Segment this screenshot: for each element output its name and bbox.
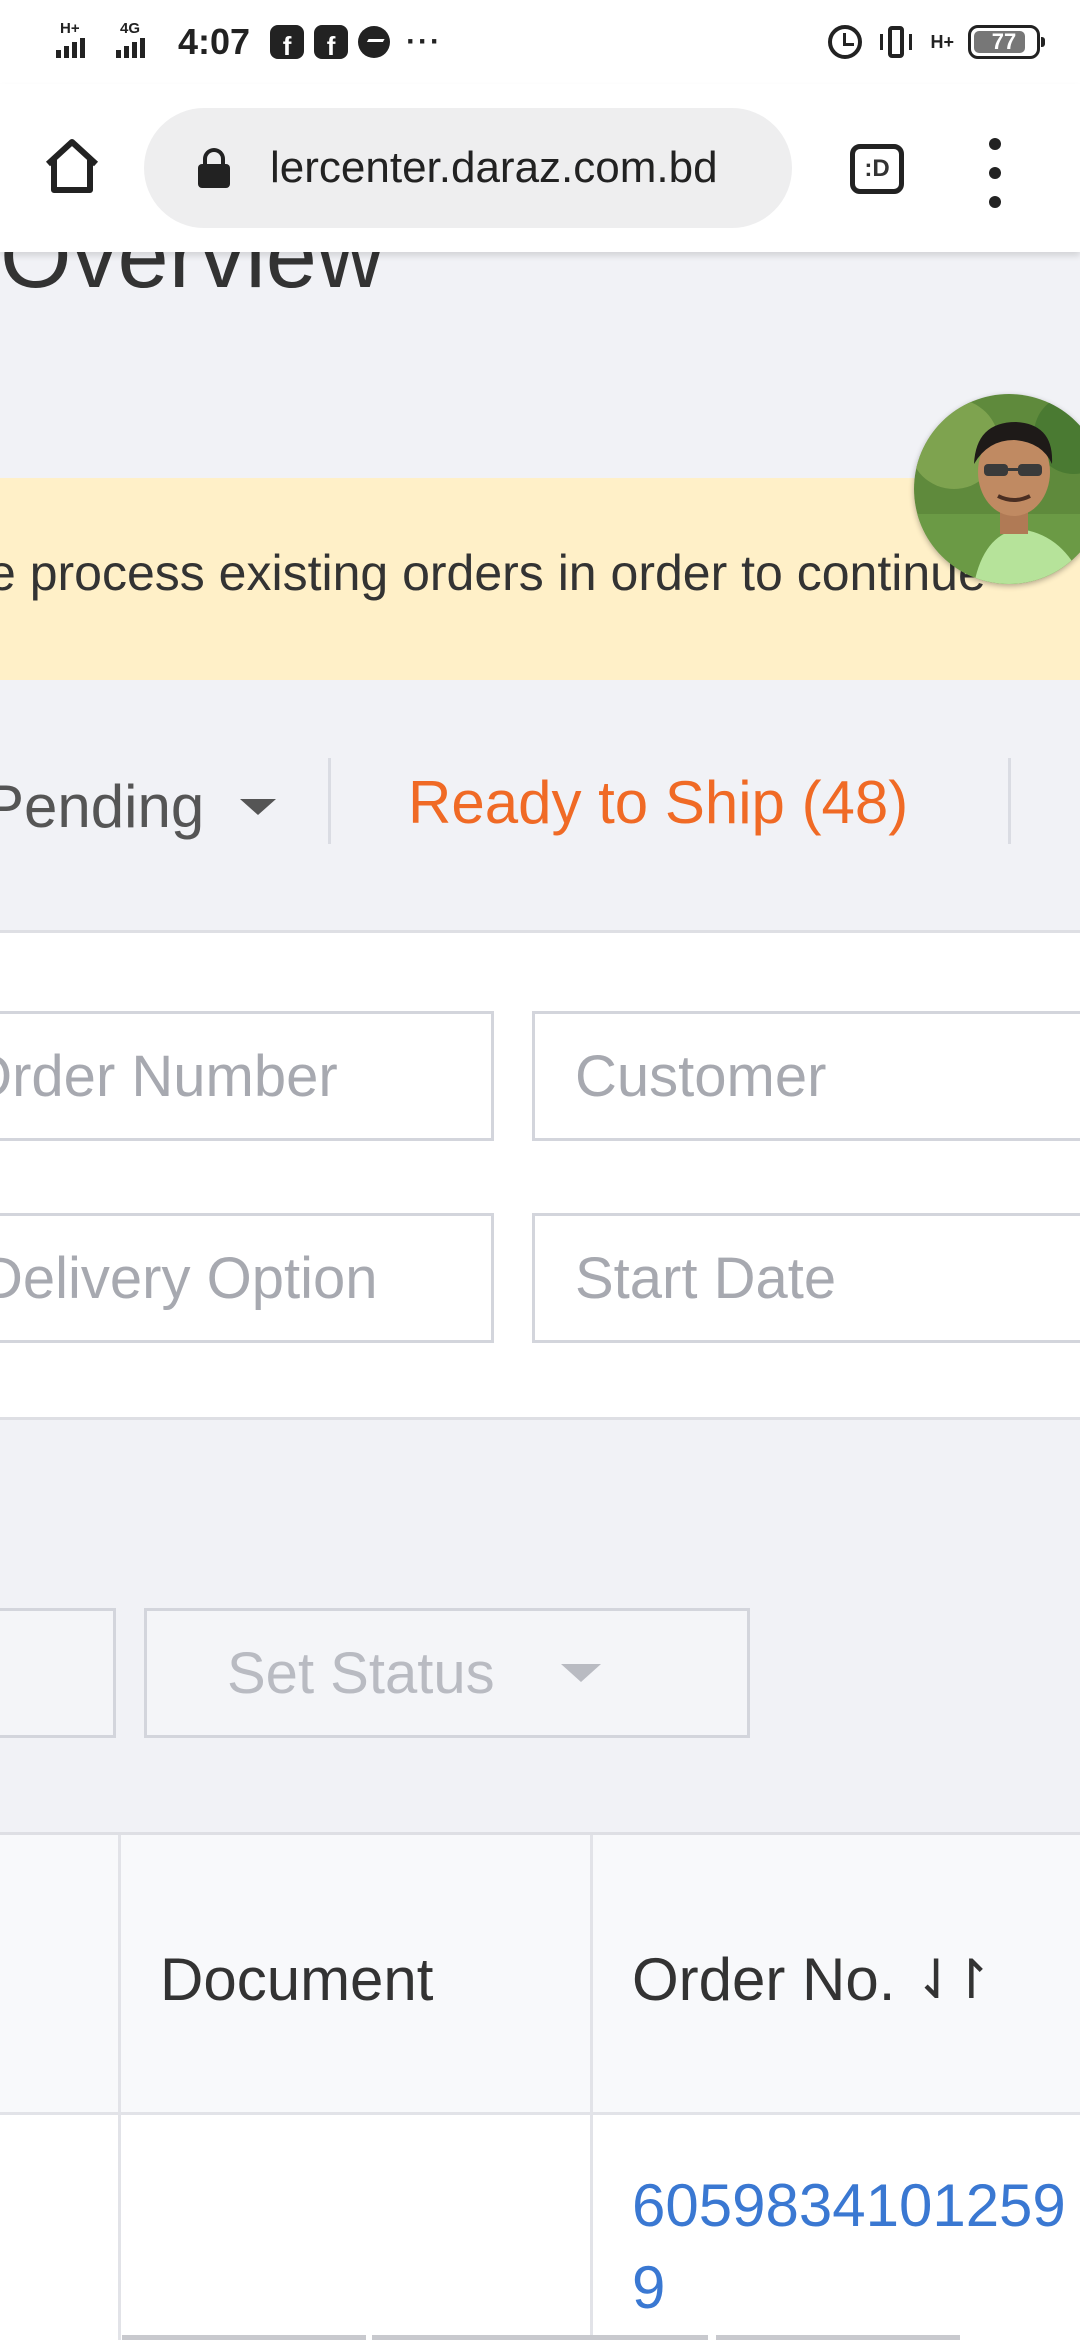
tab-ready-to-ship[interactable]: Ready to Ship (48) — [408, 768, 908, 837]
browser-toolbar: lercenter.daraz.com.bd :D — [0, 84, 1080, 252]
sort-icon[interactable]: ⇃↾ — [913, 1948, 993, 2011]
notice-text: e process existing orders in order to co… — [0, 545, 986, 601]
chevron-down-icon — [560, 1664, 601, 1682]
delivery-option-placeholder: Delivery Option — [0, 1245, 378, 1311]
tab-divider — [328, 758, 331, 844]
bulk-action-button[interactable] — [0, 1608, 116, 1738]
order-number-input[interactable]: Order Number — [0, 1011, 494, 1141]
start-date-input[interactable]: Start Date — [532, 1213, 1080, 1343]
clock: 4:07 — [178, 21, 251, 62]
customer-input[interactable]: Customer — [532, 1011, 1080, 1141]
more-notifications-icon: ··· — [406, 25, 443, 58]
column-divider — [590, 1835, 593, 2340]
network-type-label-2: 4G — [120, 20, 141, 37]
battery-icon: 77 — [968, 25, 1045, 59]
status-tabs: Pending Ready to Ship (48) — [0, 680, 1080, 930]
vibrate-icon — [876, 24, 916, 60]
home-icon[interactable] — [40, 134, 104, 198]
battery-level: 77 — [991, 29, 1017, 54]
order-number-placeholder: Order Number — [0, 1043, 338, 1109]
column-divider — [118, 1835, 121, 2340]
set-status-dropdown[interactable]: Set Status — [144, 1608, 750, 1738]
mobile-data-icon: H+ — [930, 31, 954, 52]
facebook-icon: f — [314, 25, 349, 59]
horizontal-scrollbar[interactable] — [122, 2335, 366, 2340]
lock-icon — [194, 146, 234, 190]
messenger-icon — [358, 26, 391, 58]
signal-strength-icon-2: 4G — [116, 20, 166, 62]
address-bar[interactable]: lercenter.daraz.com.bd — [144, 108, 792, 228]
column-header-order-no[interactable]: Order No. ⇃↾ — [632, 1945, 994, 2014]
column-header-order-no-label: Order No. — [632, 1946, 896, 2013]
facebook-icon: f — [270, 25, 305, 59]
chevron-down-icon — [240, 798, 277, 815]
browser-menu-icon[interactable] — [980, 138, 1010, 208]
screen: H+ 4G 4:07 f f ··· H+ 77 lercenter.daraz… — [0, 0, 1080, 2340]
filter-panel: Order Number Customer Delivery Option St… — [0, 930, 1080, 1420]
set-status-label: Set Status — [227, 1640, 495, 1706]
order-number-link[interactable]: 60598341012599 — [632, 2165, 1080, 2329]
horizontal-scrollbar[interactable] — [372, 2335, 708, 2340]
tab-divider — [1008, 758, 1011, 844]
url-text: lercenter.daraz.com.bd — [270, 143, 718, 192]
tab-switcher-button[interactable]: :D — [850, 144, 904, 194]
alarm-icon — [828, 25, 863, 59]
start-date-placeholder: Start Date — [575, 1245, 837, 1311]
status-bar: H+ 4G 4:07 f f ··· H+ 77 — [0, 0, 1080, 84]
signal-strength-icon: H+ — [56, 20, 106, 62]
delivery-option-select[interactable]: Delivery Option — [0, 1213, 494, 1343]
network-type-label: H+ — [60, 20, 80, 37]
tab-pending[interactable]: Pending — [0, 772, 277, 841]
tab-pending-label: Pending — [0, 773, 205, 840]
horizontal-scrollbar[interactable] — [716, 2335, 960, 2340]
orders-table: Document Order No. ⇃↾ 60598341012599 — [0, 1832, 1080, 2340]
customer-placeholder: Customer — [575, 1043, 827, 1109]
column-header-document: Document — [160, 1946, 434, 2013]
